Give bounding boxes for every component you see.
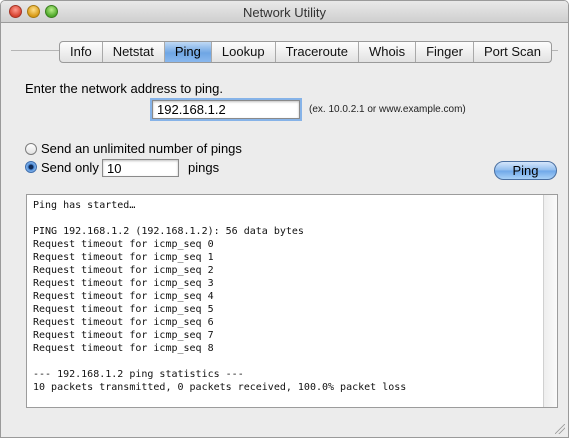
- output-line: Request timeout for icmp_seq 1: [33, 252, 214, 263]
- tab-bar: Info Netstat Ping Lookup Traceroute Whoi…: [59, 41, 553, 63]
- tab-ping[interactable]: Ping: [164, 42, 212, 62]
- output-line: --- 192.168.1.2 ping statistics ---: [33, 369, 244, 380]
- output-line: Request timeout for icmp_seq 4: [33, 291, 214, 302]
- title-bar[interactable]: Network Utility: [1, 1, 568, 23]
- ping-count-input[interactable]: 10: [102, 159, 179, 177]
- tab-netstat[interactable]: Netstat: [103, 42, 165, 62]
- ping-button[interactable]: Ping: [494, 161, 557, 180]
- output-scrollbar[interactable]: [543, 195, 557, 407]
- output-line: Request timeout for icmp_seq 6: [33, 317, 214, 328]
- radio-unlimited-label[interactable]: Send an unlimited number of pings: [41, 141, 242, 156]
- tab-info[interactable]: Info: [60, 42, 103, 62]
- resize-grip-icon[interactable]: [555, 424, 565, 434]
- address-hint: (ex. 10.0.2.1 or www.example.com): [309, 104, 466, 115]
- radio-unlimited[interactable]: [25, 143, 37, 155]
- window-title: Network Utility: [242, 5, 327, 20]
- address-label: Enter the network address to ping.: [25, 81, 224, 96]
- address-input[interactable]: 192.168.1.2: [150, 98, 302, 121]
- output-line: Request timeout for icmp_seq 7: [33, 330, 214, 341]
- output-line: Ping has started…: [33, 200, 136, 211]
- output-line: Request timeout for icmp_seq 5: [33, 304, 214, 315]
- tab-whois[interactable]: Whois: [359, 42, 417, 62]
- tab-traceroute[interactable]: Traceroute: [276, 42, 359, 62]
- tab-finger[interactable]: Finger: [416, 42, 474, 62]
- output-line: Request timeout for icmp_seq 2: [33, 265, 214, 276]
- output-area[interactable]: Ping has started… PING 192.168.1.2 (192.…: [26, 194, 558, 408]
- network-utility-window: Network Utility Info Netstat Ping Lookup…: [0, 0, 569, 438]
- output-line: 10 packets transmitted, 0 packets receiv…: [33, 382, 407, 393]
- output-line: Request timeout for icmp_seq 0: [33, 239, 214, 250]
- radio-send-only-label[interactable]: Send only: [41, 160, 99, 175]
- output-line: Request timeout for icmp_seq 3: [33, 278, 214, 289]
- output-text: Ping has started… PING 192.168.1.2 (192.…: [33, 199, 406, 394]
- output-line: PING 192.168.1.2 (192.168.1.2): 56 data …: [33, 226, 304, 237]
- tab-port-scan[interactable]: Port Scan: [474, 42, 551, 62]
- radio-send-only[interactable]: [25, 161, 37, 173]
- tab-lookup[interactable]: Lookup: [212, 42, 276, 62]
- output-line: Request timeout for icmp_seq 8: [33, 343, 214, 354]
- pings-label: pings: [188, 160, 220, 175]
